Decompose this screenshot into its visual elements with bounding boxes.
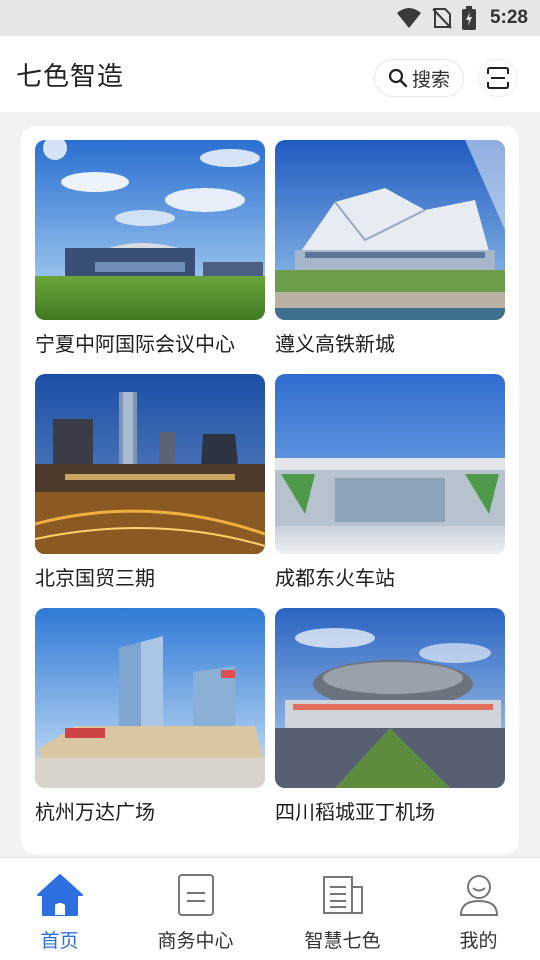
page-title: 七色智造: [16, 61, 125, 92]
project-name: 成都东火车站: [275, 566, 395, 590]
project-card[interactable]: 成都东火车站: [275, 374, 505, 591]
newspaper-icon: [322, 876, 363, 914]
project-name: 北京国贸三期: [35, 566, 155, 590]
project-image: [35, 608, 265, 788]
nav-home[interactable]: 首页: [0, 858, 127, 960]
project-name: 杭州万达广场: [35, 800, 155, 824]
status-time: 5:28: [489, 7, 528, 28]
scan-icon: [487, 67, 509, 89]
no-sim-icon: [432, 8, 452, 29]
project-image: [35, 140, 265, 320]
document-icon: [177, 874, 214, 916]
search-button[interactable]: 搜索: [374, 59, 464, 97]
project-card[interactable]: 北京国贸三期: [35, 374, 265, 591]
project-image: [35, 374, 265, 554]
project-name: 宁夏中阿国际会议中心: [35, 332, 235, 356]
project-grid: 宁夏中阿国际会议中心 遵义高铁新城 北京国贸三期 成都东火车站 杭州万达广场 四…: [21, 126, 519, 854]
project-card[interactable]: 四川稻城亚丁机场: [275, 608, 505, 825]
app-header: 七色智造 搜索: [0, 36, 540, 112]
bottom-nav: 首页 商务中心 智慧七色 我的: [0, 857, 540, 960]
wifi-icon: [396, 8, 421, 28]
project-name: 四川稻城亚丁机场: [275, 800, 435, 824]
battery-charging-icon: [461, 6, 476, 30]
project-name: 遵义高铁新城: [275, 332, 395, 356]
nav-me[interactable]: 我的: [411, 858, 540, 960]
status-bar: 5:28: [0, 0, 540, 36]
project-card[interactable]: 遵义高铁新城: [275, 140, 505, 357]
project-image: [275, 374, 505, 554]
nav-business-center[interactable]: 商务中心: [128, 858, 263, 960]
nav-smart-qise[interactable]: 智慧七色: [275, 858, 410, 960]
user-icon: [459, 875, 498, 916]
search-icon: [388, 68, 408, 88]
project-card[interactable]: 杭州万达广场: [35, 608, 265, 825]
project-image: [275, 608, 505, 788]
nav-label: 首页: [40, 930, 79, 952]
project-card[interactable]: 宁夏中阿国际会议中心: [35, 140, 265, 357]
scan-button[interactable]: [478, 59, 518, 97]
nav-label: 我的: [459, 930, 498, 952]
home-icon: [36, 874, 83, 916]
nav-label: 智慧七色: [304, 930, 381, 952]
nav-label: 商务中心: [157, 930, 234, 952]
search-label: 搜索: [411, 68, 450, 91]
project-image: [275, 140, 505, 320]
